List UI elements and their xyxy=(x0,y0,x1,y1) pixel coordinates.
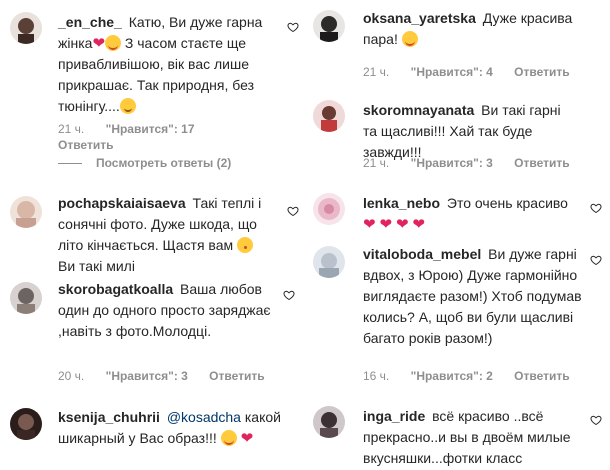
reply-button[interactable]: Ответить xyxy=(514,65,569,79)
comment-time[interactable]: 21 ч. xyxy=(363,156,389,170)
mention-link[interactable]: @kosadcha xyxy=(167,409,241,425)
comment-username[interactable]: vitaloboda_mebel xyxy=(363,246,481,262)
avatar[interactable] xyxy=(313,193,345,225)
comment-text: Это очень красиво xyxy=(446,195,568,211)
comment-body: skorobagatkoalla Ваша любов один до одно… xyxy=(58,279,272,342)
red-heart-icon: ❤ xyxy=(92,35,106,52)
comment-meta: 21 ч. "Нравится": 4 Ответить xyxy=(363,64,588,80)
comment-meta: 20 ч. "Нравится": 3 Ответить xyxy=(58,368,283,384)
avatar[interactable] xyxy=(313,10,345,42)
comment-username[interactable]: _en_che_ xyxy=(58,14,122,30)
heart-outline-icon[interactable] xyxy=(283,289,295,301)
comment-username[interactable]: inga_ride xyxy=(363,408,425,424)
divider-line xyxy=(58,163,82,165)
comment-username[interactable]: oksana_yaretska xyxy=(363,10,476,26)
red-heart-icon: ❤ xyxy=(379,216,393,233)
heart-outline-icon[interactable] xyxy=(287,21,299,33)
red-heart-icon: ❤ xyxy=(395,216,409,233)
comment-username[interactable]: skorobagatkoalla xyxy=(58,281,173,297)
avatar[interactable] xyxy=(10,282,42,314)
comment-meta: 16 ч. "Нравится": 2 Ответить xyxy=(363,368,588,384)
likes-count[interactable]: "Нравится": 4 xyxy=(411,65,493,79)
heart-outline-icon[interactable] xyxy=(590,202,602,214)
comment-body: ksenija_chuhrii @kosadcha какой шикарный… xyxy=(58,407,283,449)
comment-meta: 21 ч. "Нравится": 3 Ответить xyxy=(363,155,588,171)
comment-meta: 21 ч. "Нравится": 17 xyxy=(58,121,213,137)
avatar[interactable] xyxy=(10,196,42,228)
avatar[interactable] xyxy=(313,100,345,132)
smiling-face-with-heart-eyes-icon xyxy=(105,35,122,51)
red-heart-icon: ❤ xyxy=(240,430,254,447)
comment-time[interactable]: 16 ч. xyxy=(363,369,389,383)
comment-body: oksana_yaretska Дуже красива пара! xyxy=(363,8,577,50)
red-heart-icon: ❤ xyxy=(363,216,376,233)
comments-column-left: _en_che_ Катю, Ви дуже гарна жінка❤ З ча… xyxy=(0,0,305,470)
avatar[interactable] xyxy=(313,406,345,438)
comment-body: lenka_nebo Это очень красиво ❤ ❤ ❤ ❤ xyxy=(363,193,577,235)
reply-button[interactable]: Ответить xyxy=(514,369,569,383)
comment-actions: Ответить xyxy=(58,137,131,153)
reply-button[interactable]: Ответить xyxy=(514,156,569,170)
comment-username[interactable]: lenka_nebo xyxy=(363,195,440,211)
view-replies-label: Посмотреть ответы (2) xyxy=(96,156,232,170)
view-replies-button[interactable]: Посмотреть ответы (2) xyxy=(58,156,231,170)
comment-username[interactable]: pochapskaiaisaeva xyxy=(58,195,186,211)
avatar[interactable] xyxy=(10,12,42,44)
comment-username[interactable]: ksenija_chuhrii xyxy=(58,409,160,425)
red-heart-icon: ❤ xyxy=(412,216,425,233)
likes-count[interactable]: "Нравится": 2 xyxy=(411,369,493,383)
avatar[interactable] xyxy=(10,408,42,440)
heart-outline-icon[interactable] xyxy=(590,254,602,266)
comment-time[interactable]: 21 ч. xyxy=(363,65,389,79)
likes-count[interactable]: "Нравится": 3 xyxy=(106,369,188,383)
smiling-face-with-heart-eyes-icon xyxy=(401,31,418,47)
smiling-face-with-heart-eyes-icon xyxy=(220,430,237,446)
comment-time[interactable]: 20 ч. xyxy=(58,369,84,383)
comment-body: _en_che_ Катю, Ви дуже гарна жінка❤ З ча… xyxy=(58,12,272,117)
heart-outline-icon[interactable] xyxy=(590,414,602,426)
comment-username[interactable]: skoromnayanata xyxy=(363,102,474,118)
comment-time[interactable]: 21 ч. xyxy=(58,122,84,136)
comment-body: inga_ride всё красиво ..всё прекрасно..и… xyxy=(363,406,585,469)
relieved-face-icon xyxy=(119,98,136,114)
comments-column-right: oksana_yaretska Дуже красива пара! 21 ч.… xyxy=(305,0,610,470)
reply-button[interactable]: Ответить xyxy=(209,369,264,383)
comment-body: vitaloboda_mebel Ви дуже гарні вдвох, з … xyxy=(363,244,585,349)
avatar[interactable] xyxy=(313,246,345,278)
face-blowing-a-kiss-icon xyxy=(237,237,253,253)
comment-text: Ви такі милі xyxy=(58,258,135,274)
comment-body: pochapskaiaisaeva Такі теплі і сонячні ф… xyxy=(58,193,272,277)
comment-body: skoromnayanata Ви такі гарні та щасливі!… xyxy=(363,100,577,163)
heart-outline-icon[interactable] xyxy=(287,205,299,217)
likes-count[interactable]: "Нравится": 17 xyxy=(106,122,195,136)
likes-count[interactable]: "Нравится": 3 xyxy=(411,156,493,170)
reply-button[interactable]: Ответить xyxy=(58,138,113,152)
